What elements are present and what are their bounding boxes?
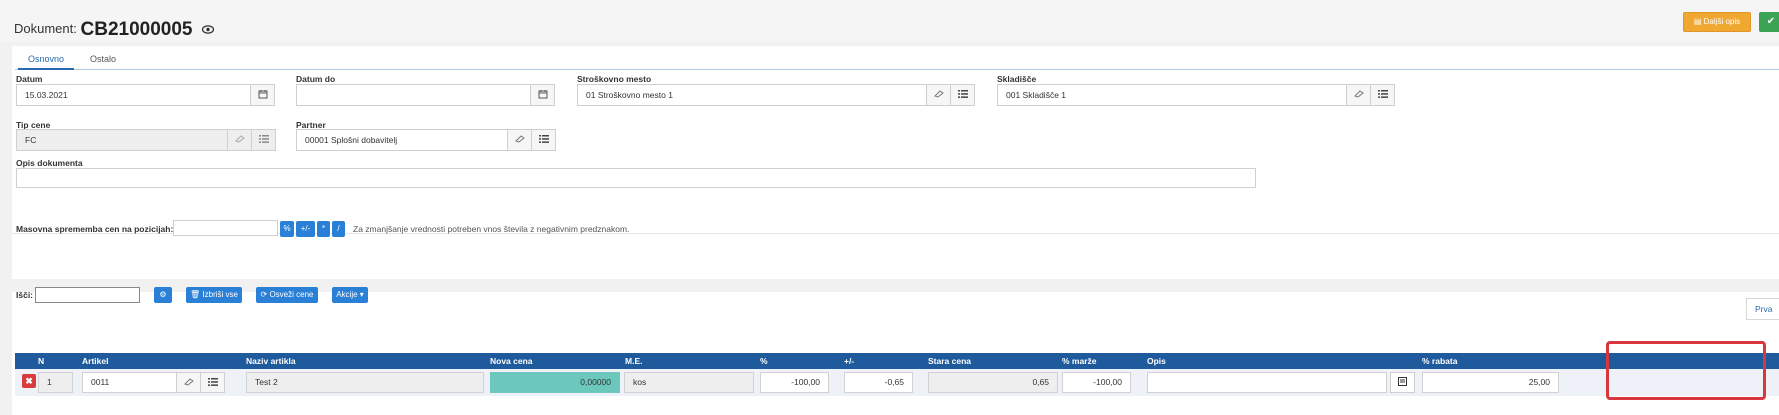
artikel-clear-button[interactable]: [176, 372, 201, 393]
doc-number: CB21000005: [80, 19, 193, 40]
artikel-list-button[interactable]: [200, 372, 225, 393]
search-label: Išči:: [16, 290, 34, 300]
opis-edit-button[interactable]: [1390, 372, 1415, 393]
tab-osnovno[interactable]: Osnovno: [18, 49, 75, 70]
eye-icon[interactable]: [201, 22, 215, 37]
col-plus-minus[interactable]: +/-: [844, 356, 854, 366]
main-panel: [12, 46, 1779, 233]
stroskovno-mesto-field[interactable]: 01 Stroškovno mesto 1: [577, 84, 927, 106]
page-title: Dokument: CB21000005: [14, 17, 215, 40]
percent-button[interactable]: %: [280, 221, 294, 237]
col-n[interactable]: N: [38, 356, 44, 366]
refresh-prices-button[interactable]: ⟳ Osveži cene: [256, 287, 318, 303]
cell-naziv: Test 2: [246, 372, 484, 393]
cell-rabat[interactable]: 25,00: [1422, 372, 1559, 393]
datum-calendar-button[interactable]: [250, 84, 275, 106]
partner-field[interactable]: 00001 Splošni dobavitelj: [296, 129, 508, 151]
cell-artikel[interactable]: 0011: [82, 372, 177, 393]
datum-field[interactable]: 15.03.2021: [16, 84, 251, 106]
tip-cene-clear-button[interactable]: [227, 129, 252, 151]
col-pct[interactable]: %: [760, 356, 768, 366]
opis-dokumenta-label: Opis dokumenta: [16, 158, 83, 168]
more-description-button[interactable]: ▤ Daljši opis: [1683, 12, 1751, 32]
cell-me: kos: [624, 372, 754, 393]
search-input[interactable]: [35, 287, 140, 303]
doc-label: Dokument:: [14, 21, 77, 36]
col-rabat[interactable]: % rabata: [1422, 356, 1457, 366]
col-marza[interactable]: % marže: [1062, 356, 1097, 366]
col-me[interactable]: M.E.: [625, 356, 642, 366]
calendar-icon: [538, 89, 548, 101]
skladisce-clear-button[interactable]: [1346, 84, 1371, 106]
calendar-icon: [258, 89, 268, 101]
list-icon: [258, 135, 269, 145]
tip-cene-field[interactable]: FC: [16, 129, 228, 151]
close-icon: ✖: [25, 376, 33, 386]
datum-label: Datum: [16, 74, 43, 84]
datum-do-label: Datum do: [296, 74, 336, 84]
cell-plus-minus[interactable]: -0,65: [844, 372, 913, 393]
stroskovno-mesto-clear-button[interactable]: [926, 84, 951, 106]
eraser-icon: [933, 90, 944, 100]
cell-marza[interactable]: -100,00: [1062, 372, 1131, 393]
datum-do-field[interactable]: [296, 84, 531, 106]
eraser-icon: [234, 135, 245, 145]
gear-icon: ⚙: [159, 290, 167, 299]
actions-dropdown[interactable]: Akcije ▾: [332, 287, 368, 303]
col-nova-cena[interactable]: Nova cena: [490, 356, 533, 366]
opis-dokumenta-field[interactable]: [16, 168, 1256, 188]
mass-change-note: Za zmanjšanje vrednosti potreben vnos št…: [353, 224, 630, 234]
col-artikel[interactable]: Artikel: [82, 356, 108, 366]
plus-minus-button[interactable]: +/-: [296, 221, 315, 237]
list-icon: ▤: [1693, 17, 1704, 26]
cell-stara-cena: 0,65: [928, 372, 1058, 393]
partner-list-button[interactable]: [531, 129, 556, 151]
list-icon: [207, 377, 218, 388]
list-icon: [957, 90, 968, 100]
mass-change-panel: [12, 233, 1779, 279]
col-opis[interactable]: Opis: [1147, 356, 1166, 366]
stroskovno-mesto-list-button[interactable]: [950, 84, 975, 106]
prva-button[interactable]: Prva: [1746, 298, 1779, 320]
col-stara-cena[interactable]: Stara cena: [928, 356, 971, 366]
list-icon: [538, 135, 549, 145]
skladisce-field[interactable]: 001 Skladišče 1: [997, 84, 1347, 106]
delete-row-button[interactable]: ✖: [22, 374, 36, 388]
col-naziv[interactable]: Naziv artikla: [246, 356, 296, 366]
eraser-icon: [183, 377, 194, 388]
skladisce-label: Skladišče: [997, 74, 1037, 84]
mass-change-label: Masovna sprememba cen na pozicijah:: [16, 224, 174, 234]
eraser-icon: [1353, 90, 1364, 100]
top-bar: [0, 0, 1779, 42]
cell-opis[interactable]: [1147, 372, 1387, 393]
delete-all-button[interactable]: 🗑 Izbriši vse: [186, 287, 242, 303]
mass-change-input[interactable]: [173, 220, 278, 236]
tab-divider: [15, 69, 1779, 70]
caret-down-icon: ▾: [357, 290, 364, 299]
multiply-button[interactable]: *: [317, 221, 330, 237]
tip-cene-list-button[interactable]: [251, 129, 276, 151]
stroskovno-mesto-label: Stroškovno mesto: [577, 74, 652, 84]
rabat-highlight-box: [1606, 341, 1766, 400]
tab-ostalo[interactable]: Ostalo: [80, 49, 126, 70]
datum-do-calendar-button[interactable]: [530, 84, 555, 106]
list-icon: [1377, 90, 1388, 100]
eraser-icon: [514, 135, 525, 145]
save-button[interactable]: ✔: [1759, 12, 1779, 32]
cell-n: 1: [38, 372, 73, 393]
cell-nova-cena: 0,00000: [490, 372, 620, 393]
settings-button[interactable]: ⚙: [154, 287, 172, 303]
cell-pct[interactable]: -100,00: [760, 372, 829, 393]
partner-clear-button[interactable]: [507, 129, 532, 151]
document-icon: [1398, 377, 1407, 388]
trash-icon: 🗑: [190, 290, 203, 299]
divide-button[interactable]: /: [332, 221, 345, 237]
skladisce-list-button[interactable]: [1370, 84, 1395, 106]
